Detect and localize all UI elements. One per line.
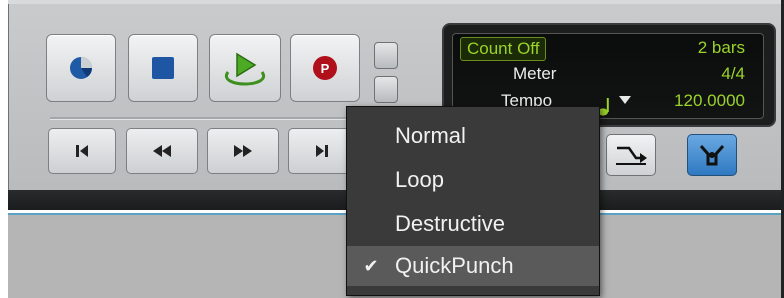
menu-item-label: Normal [395, 123, 466, 148]
online-icon [70, 57, 92, 79]
transport-divider [50, 117, 360, 120]
record-icon: P [313, 56, 337, 80]
count-off-bars[interactable]: 2 bars [698, 38, 745, 58]
panel-top-edge [8, 0, 784, 4]
link-icon [699, 145, 725, 166]
merge-icon [616, 146, 647, 165]
quarter-note-icon [598, 98, 609, 116]
post-roll-toggle[interactable] [374, 76, 398, 103]
chevron-down-icon[interactable] [619, 96, 631, 104]
meter-label: Meter [513, 64, 557, 83]
online-button[interactable] [46, 34, 116, 102]
menu-item-quickpunch[interactable]: ✔ QuickPunch [347, 246, 599, 286]
meter-value[interactable]: 4/4 [721, 64, 745, 84]
svg-text:P: P [321, 61, 330, 76]
stop-icon [152, 57, 174, 79]
pre-roll-toggle[interactable] [374, 42, 398, 69]
record-button[interactable]: P [290, 34, 360, 102]
go-to-end-icon [316, 145, 328, 157]
return-to-zero-icon [76, 145, 88, 157]
rewind-icon [153, 145, 171, 157]
record-mode-menu: Normal Loop Destructive ✔ QuickPunch [346, 106, 600, 296]
return-to-zero-button[interactable] [48, 128, 116, 174]
menu-item-label: Destructive [395, 211, 506, 236]
loop-play-button[interactable] [209, 34, 281, 102]
checkmark-icon: ✔ [363, 255, 379, 277]
menu-item-label: Loop [395, 167, 444, 192]
fast-forward-icon [234, 145, 252, 157]
merge-button[interactable] [606, 134, 656, 176]
menu-item-label: QuickPunch [395, 253, 514, 278]
fast-forward-button[interactable] [207, 128, 279, 174]
tempo-value[interactable]: 120.0000 [674, 91, 745, 111]
menu-item-destructive[interactable]: Destructive [347, 204, 599, 244]
link-button[interactable] [687, 134, 737, 176]
count-off-toggle[interactable]: Count Off [460, 37, 547, 61]
menu-item-normal[interactable]: Normal [347, 116, 599, 156]
loop-play-icon [225, 52, 265, 86]
rewind-button[interactable] [126, 128, 198, 174]
stop-button[interactable] [128, 34, 198, 102]
menu-item-loop[interactable]: Loop [347, 160, 599, 200]
